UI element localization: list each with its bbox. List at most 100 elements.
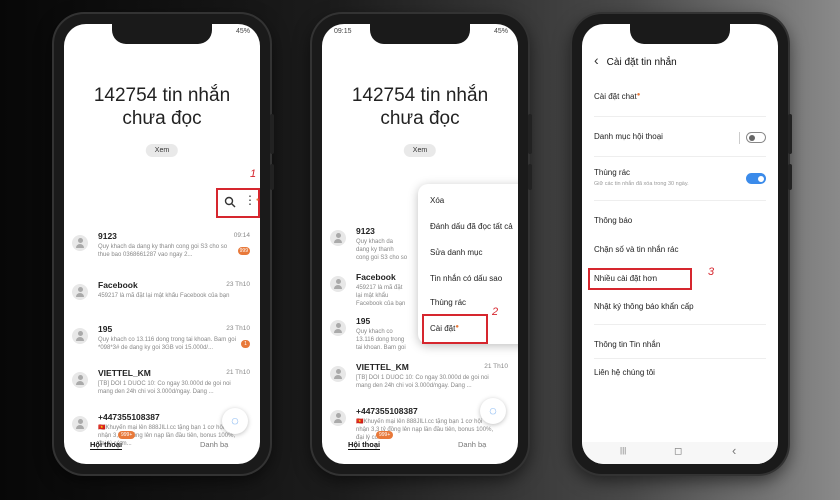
- message-snippet: Quy khach da dang ky thanh cong goi S3 c…: [98, 244, 228, 258]
- menu-item-trash[interactable]: Thùng rác: [430, 298, 466, 307]
- tab-conversations[interactable]: Hội thoại: [90, 440, 123, 450]
- bottom-tabs: Hội thoại 999+ Danh bạ: [64, 431, 260, 456]
- setting-label: Nhật ký thông báo khẩn cấp: [594, 302, 694, 311]
- side-button: [788, 164, 792, 190]
- battery-level: 45%: [235, 28, 250, 35]
- divider: [594, 200, 766, 201]
- notch: [630, 24, 730, 44]
- message-snippet: 459217 là mã đặt lại mật khẩu Facebook c…: [98, 293, 230, 299]
- sender-name: 9123: [356, 226, 375, 236]
- setting-label: Thùng rác: [594, 168, 631, 177]
- unread-badge: 1: [241, 340, 250, 348]
- step-number: 2: [492, 306, 499, 318]
- system-nav-bar: ||| ◻ ‹: [582, 442, 778, 464]
- avatar: [330, 230, 346, 246]
- tab-contacts[interactable]: Danh bạ: [458, 440, 486, 449]
- highlight-box: [422, 314, 488, 344]
- side-button: [528, 114, 532, 154]
- sender-name: 195: [356, 316, 371, 326]
- message-snippet: 459217 là mã đặt lại mật khẩu Facebook c…: [356, 285, 406, 307]
- home-icon[interactable]: ◻: [674, 446, 682, 457]
- sender-name: VIETTEL_KM: [98, 368, 151, 378]
- compose-button[interactable]: ◌: [222, 408, 248, 434]
- notch: [112, 24, 212, 44]
- categories-toggle[interactable]: [746, 132, 766, 143]
- setting-label: Liên hệ chúng tôi: [594, 368, 655, 377]
- step-number: 1: [250, 168, 257, 180]
- sender-name: 195: [98, 324, 113, 334]
- unread-count-title: 142754 tin nhắn chưa đọc: [351, 85, 489, 129]
- avatar: [72, 328, 88, 344]
- compose-button[interactable]: ◌: [480, 398, 506, 424]
- avatar: [330, 366, 346, 382]
- side-button: [270, 114, 274, 154]
- list-item[interactable]: 195 23 Th10 Quy khach co 13.116 dong tro…: [64, 322, 260, 368]
- list-item[interactable]: 9123 09:14 Quy khach da dang ky thanh co…: [64, 229, 260, 275]
- divider: [594, 156, 766, 157]
- tab-conversations[interactable]: Hội thoại: [348, 440, 381, 450]
- chat-settings-label: Cài đặt chat: [594, 92, 637, 101]
- messages-screen: 45% 142754 tin nhắn chưa đọc Xem 1 ⋮● 91…: [64, 24, 260, 464]
- phone-3: ‹ Cài đặt tin nhắn Cài đặt chat● Danh mục…: [572, 14, 792, 474]
- message-snippet: Quy khach co 13.116 dong trong tai khoan…: [98, 337, 236, 351]
- recent-apps-icon[interactable]: |||: [620, 446, 626, 455]
- sender-name: VIETTEL_KM: [356, 362, 409, 372]
- phone-2: 09:15 45% 142754 tin nhắn chưa đọc Xem 9…: [312, 14, 532, 474]
- message-date: 09:14: [233, 232, 250, 239]
- side-button: [270, 164, 274, 190]
- avatar: [72, 284, 88, 300]
- message-snippet: Quy khach da dang ky thanh cong goi S3 c…: [356, 239, 408, 261]
- highlight-box: [588, 268, 692, 290]
- view-unread-button[interactable]: Xem: [403, 144, 437, 157]
- setting-label: Cài đặt chat●: [594, 92, 640, 101]
- sender-name: Facebook: [98, 280, 138, 290]
- tab-contacts[interactable]: Danh bạ: [200, 440, 228, 449]
- menu-item-mark-all-read[interactable]: Đánh dấu đã đọc tất cả: [430, 222, 513, 231]
- setting-label: Thông báo: [594, 216, 633, 225]
- tab-badge: 999+: [376, 431, 394, 439]
- message-date: 23 Th10: [226, 325, 250, 332]
- list-item[interactable]: Facebook 23 Th10 459217 là mã đặt lại mậ…: [64, 278, 260, 324]
- page-title: Cài đặt tin nhắn: [606, 57, 677, 68]
- step-number: 3: [708, 266, 715, 278]
- avatar: [72, 235, 88, 251]
- view-unread-button[interactable]: Xem: [145, 144, 179, 157]
- setting-label: Thông tin Tin nhắn: [594, 340, 661, 349]
- sender-name: 9123: [98, 231, 117, 241]
- setting-label: Chặn số và tin nhắn rác: [594, 245, 679, 254]
- tab-badge: 999+: [118, 431, 136, 439]
- back-icon[interactable]: ‹: [732, 443, 736, 458]
- setting-label: Danh mục hội thoại: [594, 132, 663, 141]
- avatar: [72, 416, 88, 432]
- more-options-icon[interactable]: ⋮●: [244, 194, 259, 206]
- trash-toggle[interactable]: [746, 173, 766, 184]
- menu-item-edit-categories[interactable]: Sửa danh mục: [430, 248, 483, 257]
- avatar: [330, 320, 346, 336]
- menu-item-delete[interactable]: Xóa: [430, 196, 444, 205]
- new-dot-icon: ●: [636, 92, 641, 98]
- chat-bubble-icon: ◌: [231, 413, 239, 428]
- notch: [370, 24, 470, 44]
- side-button: [528, 164, 532, 190]
- avatar: [72, 372, 88, 388]
- messages-menu-screen: 09:15 45% 142754 tin nhắn chưa đọc Xem 9…: [322, 24, 518, 464]
- status-time: 09:15: [334, 28, 352, 35]
- message-date: 21 Th10: [226, 369, 250, 376]
- back-arrow-icon[interactable]: ‹: [594, 52, 599, 68]
- divider: [739, 132, 740, 144]
- avatar: [330, 276, 346, 292]
- message-snippet: [TB] DOI 1 DUOC 10: Co ngay 30.000d de g…: [356, 375, 489, 389]
- unread-badge: 999: [237, 247, 250, 255]
- message-settings-screen: ‹ Cài đặt tin nhắn Cài đặt chat● Danh mục…: [582, 24, 778, 464]
- sender-name: +447355108387: [98, 412, 160, 422]
- search-icon[interactable]: [224, 195, 236, 213]
- battery-level: 45%: [493, 28, 508, 35]
- chat-bubble-icon: ◌: [489, 403, 497, 418]
- unread-count-title: 142754 tin nhắn chưa đọc: [93, 85, 231, 129]
- sender-name: Facebook: [356, 272, 396, 282]
- list-item[interactable]: VIETTEL_KM 21 Th10 [TB] DOI 1 DUOC 10: C…: [64, 366, 260, 412]
- menu-item-starred[interactable]: Tin nhắn có dấu sao: [430, 274, 502, 283]
- message-snippet: [TB] DOI 1 DUOC 10: Co ngay 30.000d de g…: [98, 381, 231, 395]
- phone-1: 45% 142754 tin nhắn chưa đọc Xem 1 ⋮● 91…: [54, 14, 274, 474]
- sender-name: +447355108387: [356, 406, 418, 416]
